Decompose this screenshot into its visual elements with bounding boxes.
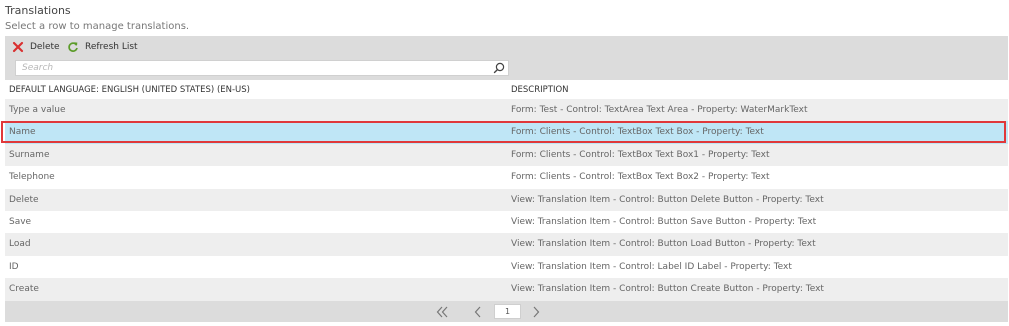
toolbar: Delete Refresh List [5,36,1008,80]
default-language-cell: Surname [9,149,50,160]
delete-button[interactable]: Delete [12,40,60,54]
refresh-list-button[interactable]: Refresh List [67,40,138,54]
translations-panel: Delete Refresh List DEFAULT LANGUAGE: EN… [5,36,1008,322]
description-cell: View: Translation Item - Control: Button… [511,194,824,205]
search-icon[interactable] [493,62,505,74]
search-box [15,60,509,76]
description-cell: Form: Test - Control: TextArea Text Area… [511,105,808,115]
description-cell: View: Translation Item - Control: Button… [511,239,816,250]
column-header-description[interactable]: DESCRIPTION [511,85,569,95]
description-cell: View: Translation Item - Control: Button… [511,216,817,227]
default-language-cell: Telephone [9,172,55,183]
default-language-cell: ID [9,261,19,272]
grid-body: Type a value Form: Test - Control: TextAr… [5,99,1008,301]
refresh-list-button-label: Refresh List [85,42,138,52]
grid-header: DEFAULT LANGUAGE: ENGLISH (UNITED STATES… [5,80,1008,100]
table-row[interactable]: Save View: Translation Item - Control: Bu… [5,211,1008,233]
table-row[interactable]: Name Form: Clients - Control: TextBox Tex… [5,121,1008,144]
table-row[interactable]: Surname Form: Clients - Control: TextBox … [5,143,1008,167]
close-icon [12,41,24,53]
table-row[interactable]: Telephone Form: Clients - Control: TextBo… [5,166,1008,188]
default-language-cell: Load [9,239,31,250]
chevron-right-icon[interactable] [529,305,543,319]
description-cell: View: Translation Item - Control: Button… [511,284,824,295]
column-header-default-language[interactable]: DEFAULT LANGUAGE: ENGLISH (UNITED STATES… [9,85,250,95]
page-subtitle: Select a row to manage translations. [5,21,190,32]
default-language-cell: Delete [9,194,39,205]
description-cell: Form: Clients - Control: TextBox Text Bo… [511,149,770,160]
chevron-left-icon[interactable] [471,305,485,319]
double-chevron-left-icon[interactable] [435,305,449,319]
page-number-input[interactable] [494,304,521,319]
default-language-cell: Type a value [9,105,66,115]
default-language-cell: Create [9,284,39,295]
description-cell: View: Translation Item - Control: Label … [511,261,792,272]
search-input[interactable] [16,61,492,75]
table-row[interactable]: Load View: Translation Item - Control: Bu… [5,233,1008,256]
delete-button-label: Delete [30,42,60,52]
pager [5,301,1008,322]
table-row[interactable]: Create View: Translation Item - Control: … [5,278,1008,301]
default-language-cell: Save [9,216,32,227]
refresh-icon [68,42,78,52]
table-row[interactable]: Delete View: Translation Item - Control: … [5,188,1008,211]
description-cell: Form: Clients - Control: TextBox Text Bo… [511,127,764,138]
table-row[interactable]: Type a value Form: Test - Control: TextAr… [5,99,1008,122]
default-language-cell: Name [9,127,36,138]
page-title: Translations [5,4,71,17]
table-row[interactable]: ID View: Translation Item - Control: Labe… [5,256,1008,278]
description-cell: Form: Clients - Control: TextBox Text Bo… [511,172,770,183]
